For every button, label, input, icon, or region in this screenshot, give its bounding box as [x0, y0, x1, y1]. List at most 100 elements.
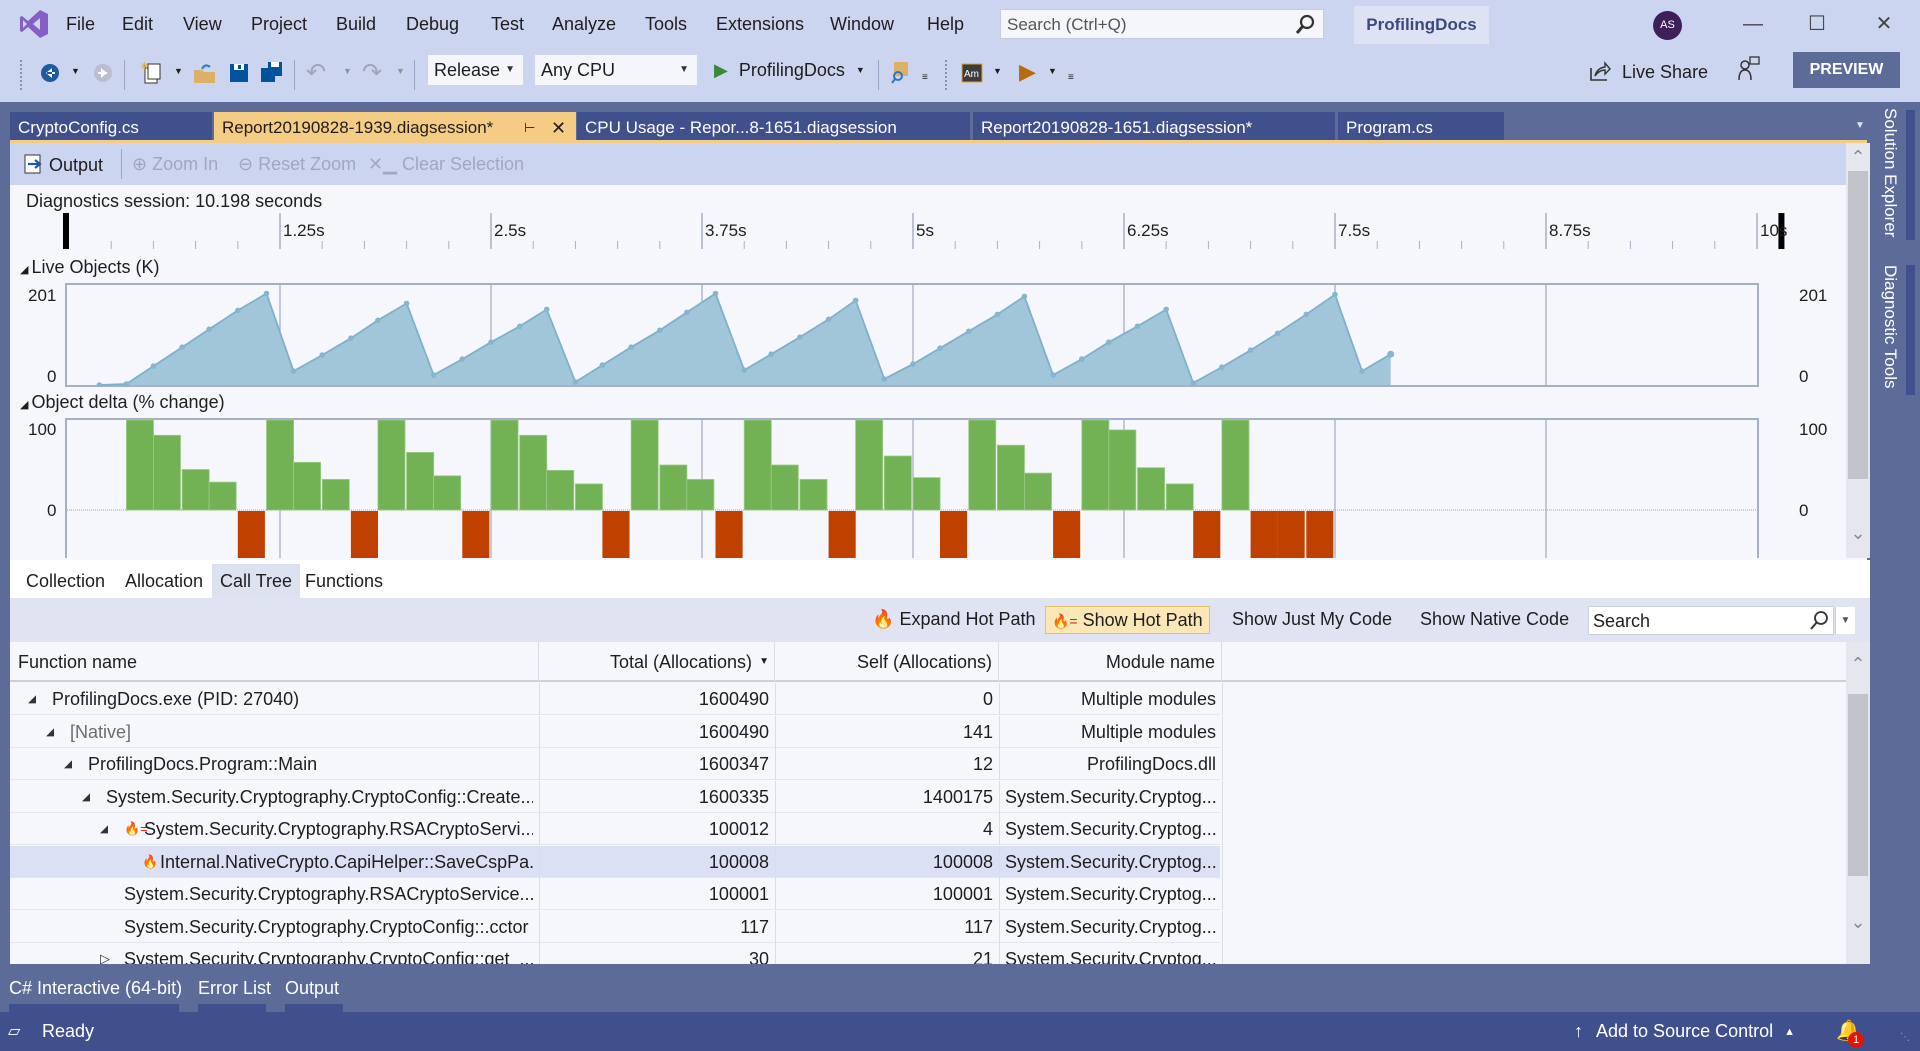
live-objects-header[interactable]: ◢ Live Objects (K)	[20, 257, 160, 278]
menu-project[interactable]: Project	[251, 14, 307, 35]
menu-debug[interactable]: Debug	[406, 14, 459, 35]
column-header-module-name[interactable]: Module name	[999, 642, 1222, 682]
table-row[interactable]: ◢ [Native] 1600490 141 Multiple modules	[10, 715, 1223, 748]
tab-functions[interactable]: Functions	[297, 564, 391, 598]
close-window-button[interactable]: ✕	[1864, 8, 1904, 40]
table-row[interactable]: ◢ ProfilingDocs.exe (PID: 27040) 1600490 0 M…	[10, 683, 1223, 715]
menu-extensions[interactable]: Extensions	[716, 14, 804, 35]
table-row[interactable]: System.Security.Cryptography.RSACryptoSe…	[10, 878, 1223, 910]
live-objects-chart[interactable]	[65, 283, 1759, 387]
column-header-function-name[interactable]: Function name	[10, 642, 539, 682]
call-tree-search-input[interactable]: Search ▼	[1588, 606, 1855, 635]
menu-analyze[interactable]: Analyze	[552, 14, 616, 35]
feedback-icon[interactable]	[1737, 56, 1761, 82]
reset-zoom-button[interactable]: ⊖ Reset Zoom	[238, 154, 356, 175]
tab-call-tree[interactable]: Call Tree	[212, 564, 301, 598]
timeline-ruler[interactable]: 1.25s 2.5s 3.75s 5s 6.25s 7.5s 8.75s 10s	[10, 213, 1846, 251]
menu-file[interactable]: File	[66, 14, 95, 35]
menu-test[interactable]: Test	[491, 14, 524, 35]
search-options-dropdown[interactable]: ▼	[1835, 607, 1855, 634]
table-row[interactable]: System.Security.Cryptography.CryptoConfi…	[10, 910, 1223, 943]
toolbar-grip[interactable]	[20, 60, 24, 90]
menu-edit[interactable]: Edit	[122, 14, 153, 35]
column-header-total-allocations[interactable]: Total (Allocations) ▼	[539, 642, 775, 682]
run-profiler-icon[interactable]: ▶	[1019, 59, 1036, 85]
tab-solution-explorer[interactable]: Solution Explorer	[1880, 108, 1900, 237]
chevron-down-icon[interactable]: ▼	[993, 66, 1002, 76]
module-name-cell: System.Security.Cryptog...	[1005, 884, 1217, 904]
table-row[interactable]: ▷ System.Security.Cryptography.CryptoConf…	[10, 943, 1223, 964]
tab-list-dropdown-icon[interactable]: ▼	[1855, 120, 1865, 131]
add-to-source-control-button[interactable]: ↑ Add to Source Control ▲	[1574, 1021, 1795, 1042]
scrollbar-thumb[interactable]	[1848, 171, 1868, 479]
tab-output[interactable]: Output	[285, 978, 339, 999]
tab-csharp-interactive[interactable]: C# Interactive (64-bit)	[9, 978, 182, 999]
output-button[interactable]: Output	[24, 154, 103, 176]
object-delta-header[interactable]: ◢ Object delta (% change)	[20, 392, 225, 413]
new-project-icon[interactable]: ✳	[139, 60, 163, 86]
find-in-files-icon[interactable]	[890, 61, 912, 85]
save-icon[interactable]	[229, 63, 249, 83]
scroll-down-icon[interactable]: ⌄	[1848, 912, 1868, 933]
show-native-code-button[interactable]: Show Native Code	[1414, 606, 1575, 634]
toolbar-overflow-icon[interactable]: ≡	[1068, 72, 1074, 83]
scrollbar-thumb[interactable]	[1848, 694, 1868, 876]
minimize-button[interactable]: —	[1733, 8, 1773, 40]
scroll-down-icon[interactable]: ⌄	[1848, 523, 1868, 544]
redo-icon[interactable]: ↷	[362, 58, 382, 87]
tab-diagnostic-tools[interactable]: Diagnostic Tools	[1880, 265, 1900, 388]
open-file-icon[interactable]	[193, 62, 217, 84]
solution-configuration-dropdown[interactable]: Release ▼	[427, 54, 524, 86]
table-row[interactable]: ◢ System.Security.Cryptography.CryptoConf…	[10, 780, 1223, 813]
swimlane-scrollbar[interactable]: ⌃ ⌄	[1846, 143, 1870, 558]
chevron-down-icon[interactable]: ▼	[1048, 66, 1057, 76]
expand-hot-path-button[interactable]: 🔥 Expand Hot Path	[866, 606, 1042, 634]
object-delta-chart[interactable]	[65, 418, 1759, 558]
back-dropdown-icon[interactable]: ▼	[71, 66, 80, 76]
menu-tools[interactable]: Tools	[645, 14, 687, 35]
navigate-back-icon[interactable]	[40, 63, 60, 83]
table-row[interactable]: ◢ ProfilingDocs.Program::Main 1600347 12 Pro…	[10, 748, 1223, 780]
expand-triangle-icon[interactable]: ▷	[100, 943, 110, 964]
column-header-self-allocations[interactable]: Self (Allocations)	[775, 642, 999, 682]
menu-window[interactable]: Window	[830, 14, 894, 35]
application-insights-icon[interactable]: Am	[961, 63, 983, 83]
table-row[interactable]: ◢ 🔥= System.Security.Cryptography.RSACrypt…	[10, 813, 1223, 845]
table-row[interactable]: 🔥 Internal.NativeCrypto.CapiHelper::SaveC…	[10, 845, 1223, 878]
collapse-triangle-icon[interactable]: ◢	[46, 716, 54, 748]
clear-selection-button[interactable]: ✕▁ Clear Selection	[368, 154, 524, 175]
collapse-triangle-icon[interactable]: ◢	[100, 813, 108, 845]
solution-platform-dropdown[interactable]: Any CPU ▼	[534, 54, 698, 86]
resize-grip-icon[interactable]: ⋱	[1900, 1032, 1910, 1043]
zoom-in-button[interactable]: ⊕ Zoom In	[132, 154, 218, 175]
show-hot-path-button[interactable]: 🔥= Show Hot Path	[1045, 606, 1210, 634]
toolbar-overflow-icon[interactable]: ≡	[922, 72, 928, 83]
toolbar-grip[interactable]	[945, 60, 949, 90]
undo-icon[interactable]: ↶	[306, 58, 326, 87]
maximize-button[interactable]: ☐	[1797, 8, 1837, 40]
scroll-up-icon[interactable]: ⌃	[1848, 147, 1868, 168]
tab-allocation[interactable]: Allocation	[117, 564, 211, 598]
collapse-triangle-icon[interactable]: ◢	[64, 748, 72, 780]
quick-launch-search[interactable]: Search (Ctrl+Q)	[1000, 9, 1324, 39]
menu-view[interactable]: View	[183, 14, 222, 35]
account-avatar[interactable]: AS	[1653, 11, 1682, 40]
tab-collection[interactable]: Collection	[18, 564, 113, 598]
new-project-dropdown-icon[interactable]: ▼	[174, 66, 183, 76]
collapse-triangle-icon[interactable]: ◢	[82, 781, 90, 813]
save-all-icon[interactable]	[260, 61, 284, 83]
undo-dropdown-icon[interactable]: ▼	[343, 66, 352, 76]
navigate-forward-icon[interactable]	[93, 63, 113, 83]
call-tree-scrollbar[interactable]: ⌃ ⌄	[1846, 642, 1870, 964]
tab-error-list[interactable]: Error List	[198, 978, 271, 999]
live-share-button[interactable]: Live Share	[1589, 60, 1708, 83]
scroll-up-icon[interactable]: ⌃	[1848, 654, 1868, 675]
menu-help[interactable]: Help	[927, 14, 964, 35]
notifications-button[interactable]: 🔔 1	[1836, 1018, 1864, 1048]
menu-build[interactable]: Build	[336, 14, 376, 35]
start-debugging-button[interactable]: ▶ ProfilingDocs ▼	[714, 60, 865, 90]
show-just-my-code-button[interactable]: Show Just My Code	[1226, 606, 1398, 634]
redo-dropdown-icon[interactable]: ▼	[396, 66, 405, 76]
collapse-triangle-icon[interactable]: ◢	[28, 683, 36, 715]
preview-button[interactable]: PREVIEW	[1793, 52, 1900, 88]
